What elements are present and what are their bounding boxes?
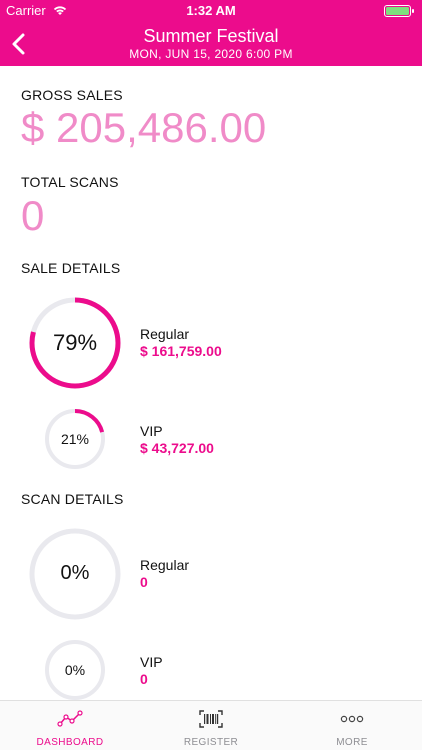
sale-regular-amount: $ 161,759.00: [140, 343, 222, 359]
total-scans-label: TOTAL SCANS: [21, 174, 119, 190]
scan-regular-percent: 0%: [60, 562, 90, 584]
sale-vip-ring: 21%: [44, 408, 106, 470]
sale-vip-name: VIP: [140, 423, 163, 439]
sale-details-label: SALE DETAILS: [21, 260, 121, 276]
tab-bar: DASHBOARD REGISTER MORE: [0, 700, 422, 750]
scan-vip-ring: 0%: [44, 639, 106, 701]
scan-vip-name: VIP: [140, 654, 163, 670]
nav-bar: Summer Festival MON, JUN 15, 2020 6:00 P…: [0, 22, 422, 66]
battery-icon: [384, 5, 414, 17]
line-chart-icon: [57, 710, 83, 727]
sale-vip-amount: $ 43,727.00: [140, 440, 214, 456]
scan-details-label: SCAN DETAILS: [21, 491, 124, 507]
gross-sales-value: $ 205,486.00: [21, 104, 267, 151]
total-scans-value: 0: [21, 192, 45, 239]
event-title: Summer Festival: [143, 26, 279, 46]
clock: 1:32 AM: [186, 3, 236, 18]
tab-register-label: REGISTER: [183, 737, 239, 748]
sale-regular-percent: 79%: [52, 330, 98, 355]
scan-regular-count: 0: [140, 574, 148, 590]
tab-more[interactable]: MORE: [282, 701, 422, 750]
tab-register[interactable]: REGISTER: [141, 701, 281, 750]
sale-regular-name: Regular: [140, 326, 190, 342]
sale-regular-ring: 79%: [28, 296, 122, 390]
sale-vip-percent: 21%: [60, 431, 90, 447]
tab-dashboard[interactable]: DASHBOARD: [0, 701, 140, 750]
scan-vip-count: 0: [140, 671, 148, 687]
status-bar: Carrier 1:32 AM: [0, 0, 422, 22]
scan-regular-ring: 0%: [28, 527, 122, 621]
more-dots-icon: [340, 715, 364, 723]
tab-dashboard-label: DASHBOARD: [36, 737, 104, 748]
barcode-scan-icon: [199, 710, 223, 728]
tab-more-label: MORE: [336, 737, 368, 748]
scan-vip-percent: 0%: [64, 662, 86, 678]
gross-sales-label: GROSS SALES: [21, 87, 123, 103]
event-date: MON, JUN 15, 2020 6:00 PM: [129, 47, 293, 61]
scan-regular-name: Regular: [140, 557, 190, 573]
